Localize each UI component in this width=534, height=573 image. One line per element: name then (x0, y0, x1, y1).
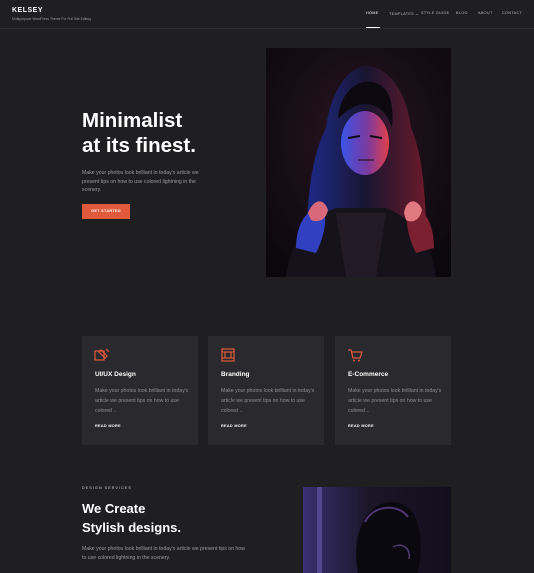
read-more-link[interactable]: READ MORE (95, 424, 121, 428)
section-title-line1: We Create (82, 501, 146, 516)
nav-contact[interactable]: CONTACT (502, 11, 522, 15)
shopping-cart-icon (348, 349, 363, 362)
card-description: Make your photos look brilliant in today… (221, 388, 315, 414)
services-illustration (303, 487, 451, 573)
chevron-down-icon: ⌄ (415, 11, 420, 16)
card-title: Branding (221, 371, 250, 378)
portrait-illustration (266, 48, 451, 277)
site-logo[interactable]: KELSEY (12, 7, 43, 14)
hero-description: Make your photos look brilliant in today… (82, 170, 199, 193)
site-header: KELSEY Multipurpose WordPress Theme For … (0, 0, 534, 29)
card-description: Make your photos look brilliant in today… (95, 388, 189, 414)
service-card-uiux: UI/UX Design Make your photos look brill… (82, 336, 198, 445)
section-title: We Create Stylish designs. (82, 499, 262, 537)
get-started-button[interactable]: GET STARTED (82, 204, 130, 219)
hero-title-line2: at its finest. (82, 134, 196, 157)
nav-blog[interactable]: BLOG (456, 11, 468, 15)
service-card-ecommerce: E-Commerce Make your photos look brillia… (335, 336, 451, 445)
service-card-branding: Branding Make your photos look brilliant… (208, 336, 324, 445)
site-tagline: Multipurpose WordPress Theme For Full Si… (12, 17, 92, 21)
section-description: Make your photos look brilliant in today… (82, 546, 246, 561)
card-description: Make your photos look brilliant in today… (348, 388, 442, 414)
card-title: E-Commerce (348, 371, 389, 378)
nav-templates[interactable]: TEMPLATES ⌄ (389, 11, 419, 16)
nav-style-guide[interactable]: STYLE GUIDE (421, 11, 449, 15)
services-image (303, 487, 451, 573)
design-tools-icon (94, 348, 110, 361)
nav-home[interactable]: HOME (366, 11, 379, 15)
nav-about[interactable]: ABOUT (478, 11, 493, 15)
nav-templates-label: TEMPLATES (389, 12, 414, 16)
section-eyebrow: DESIGN SERVICES (82, 486, 132, 490)
branding-icon (221, 348, 235, 362)
section-title-line2: Stylish designs. (82, 520, 181, 535)
hero-portrait-image (266, 48, 451, 277)
nav-active-indicator (366, 27, 380, 28)
hero-title-line1: Minimalist (82, 109, 183, 132)
card-title: UI/UX Design (95, 371, 136, 378)
hero-title: Minimalist at its finest. (82, 108, 242, 158)
read-more-link[interactable]: READ MORE (221, 424, 247, 428)
read-more-link[interactable]: READ MORE (348, 424, 374, 428)
